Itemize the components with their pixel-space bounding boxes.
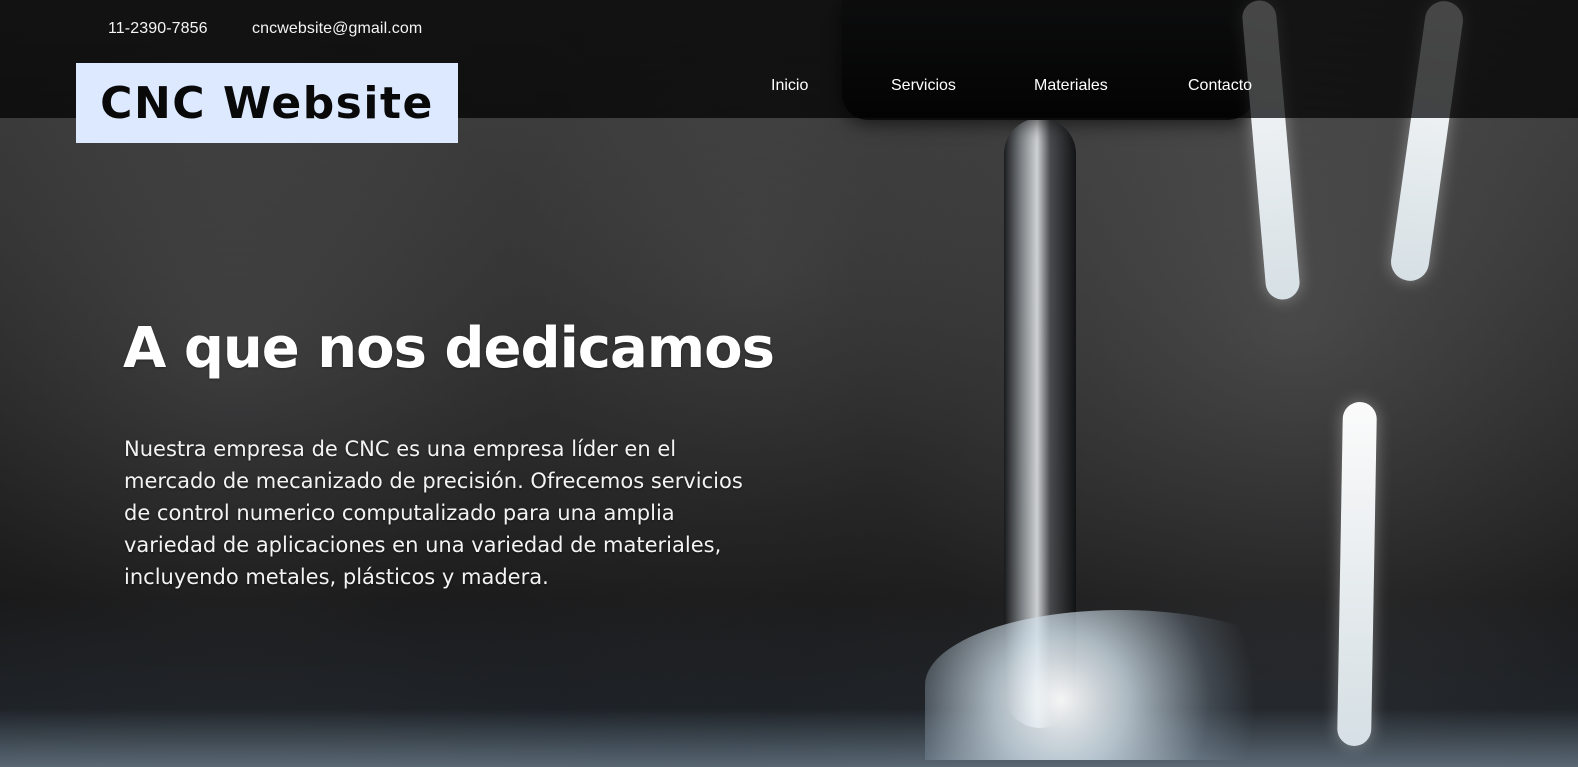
hero-description: Nuestra empresa de CNC es una empresa lí…	[124, 437, 743, 589]
coolant-splash	[925, 610, 1315, 760]
nav-item-servicios[interactable]: Servicios	[891, 76, 956, 96]
hero-title: A que nos dedicamos	[123, 316, 775, 381]
nav-item-inicio[interactable]: Inicio	[771, 76, 808, 96]
site-logo-link[interactable]: CNC Website	[76, 63, 458, 143]
coolant-stream-lower	[1337, 401, 1377, 747]
main-navigation: Inicio Servicios Materiales Contacto	[760, 76, 1280, 102]
email-link[interactable]: cncwebsite@gmail.com	[252, 20, 422, 38]
phone-link[interactable]: 11-2390-7856	[108, 20, 208, 38]
nav-item-contacto[interactable]: Contacto	[1188, 76, 1252, 96]
landing-page: 11-2390-7856 cncwebsite@gmail.com Inicio…	[0, 0, 1578, 767]
nav-item-materiales[interactable]: Materiales	[1034, 76, 1108, 96]
